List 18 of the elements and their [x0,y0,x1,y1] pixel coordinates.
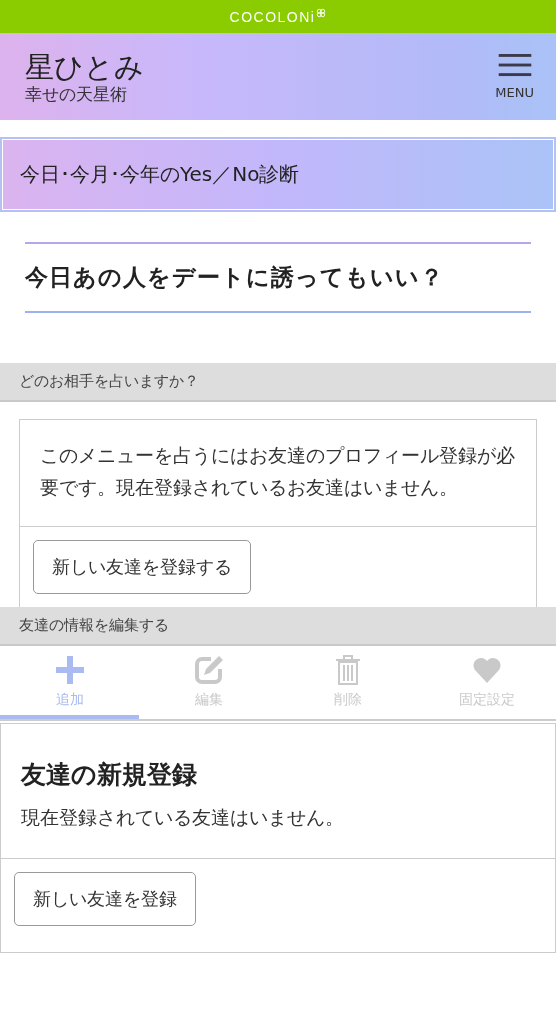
brand-logo: COCOLONi [229,8,316,25]
site-title: 星ひとみ [25,49,144,84]
register-friend-button[interactable]: 新しい友達を登録 [14,872,196,926]
menu-icon [497,53,532,77]
plus-icon [54,655,85,685]
section-heading: どのお相手を占いますか？ [19,372,199,391]
heart-icon [471,655,502,685]
notice-text: このメニューを占うにはお友達のプロフィール登録が必要です。現在登録されているお友達はいません。 [20,420,536,527]
site-subtitle: 幸せの天星術 [25,83,128,104]
register-friend-button[interactable]: 新しい友達を登録する [33,540,251,594]
clover-icon [316,7,327,18]
section-heading: 友達の情報を編集する [19,616,169,635]
card-text: 現在登録されている友達はいません。 [21,806,345,830]
question-heading: 今日あの人をデートに誘ってもいい？ [25,242,531,313]
card-title: 友達の新規登録 [21,759,198,791]
menu-button[interactable]: MENU [495,53,534,100]
pencil-square-icon [193,655,224,685]
page-title: 今日･今月･今年のYes／No診断 [20,161,300,188]
